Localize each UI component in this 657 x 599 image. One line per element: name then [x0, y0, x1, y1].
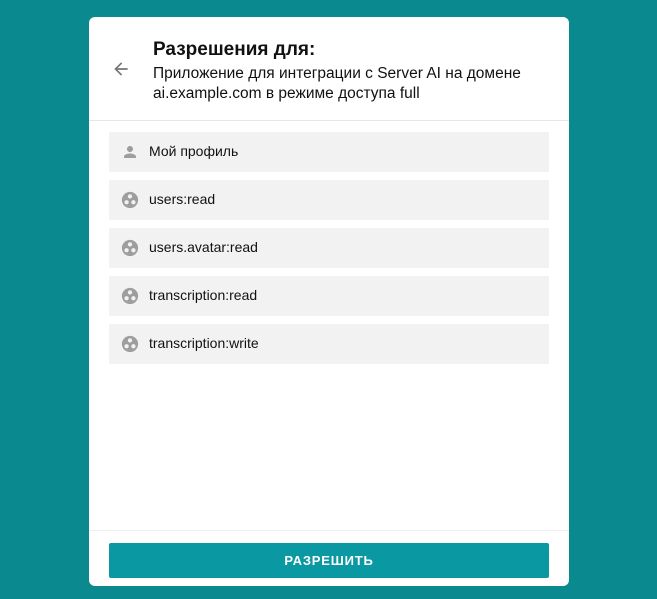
- scope-icon: [120, 334, 140, 354]
- permissions-dialog: Разрешения для: Приложение для интеграци…: [89, 17, 569, 586]
- permission-label: users.avatar:read: [149, 239, 258, 255]
- scope-icon: [120, 286, 140, 306]
- dialog-title: Разрешения для:: [153, 39, 316, 60]
- allow-button[interactable]: РАЗРЕШИТЬ: [109, 543, 549, 578]
- permission-item-profile: Мой профиль: [109, 132, 549, 172]
- permission-item-users-read: users:read: [109, 180, 549, 220]
- dialog-subtitle: Приложение для интеграции с Server AI на…: [153, 65, 521, 102]
- permission-label: transcription:write: [149, 335, 259, 351]
- arrow-left-icon: [114, 62, 128, 76]
- permission-item-transcription-read: transcription:read: [109, 276, 549, 316]
- permission-label: transcription:read: [149, 287, 258, 303]
- dialog-header: Разрешения для: Приложение для интеграци…: [89, 17, 569, 121]
- scope-icon: [120, 238, 140, 258]
- permission-label: Мой профиль: [149, 143, 239, 159]
- dialog-footer: РАЗРЕШИТЬ: [89, 530, 569, 586]
- permission-item-users-avatar-read: users.avatar:read: [109, 228, 549, 268]
- permission-label: users:read: [149, 191, 216, 207]
- back-button[interactable]: [107, 55, 135, 83]
- permissions-list: Мой профиль users:read users.avatar:read…: [109, 132, 549, 372]
- permission-item-transcription-write: transcription:write: [109, 324, 549, 364]
- person-icon: [120, 142, 140, 162]
- scope-icon: [120, 190, 140, 210]
